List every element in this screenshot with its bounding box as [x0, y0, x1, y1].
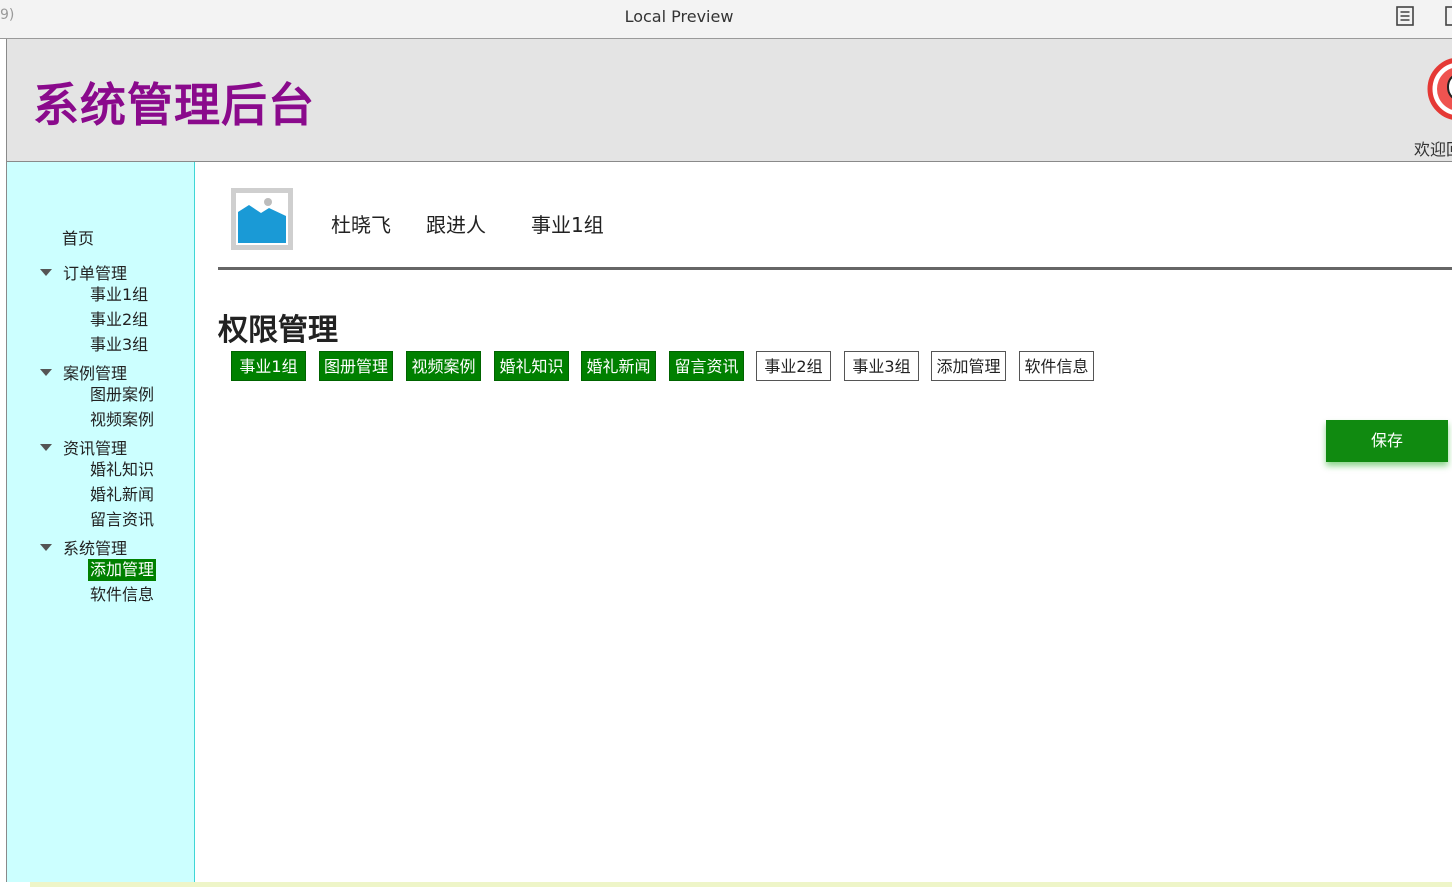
- permission-tag-software-info[interactable]: 软件信息: [1019, 351, 1094, 381]
- permission-tag-album[interactable]: 图册管理: [319, 351, 393, 381]
- sidebar-item-team1[interactable]: 事业1组: [88, 284, 150, 306]
- user-role: 跟进人: [426, 213, 486, 237]
- page-title: 权限管理: [218, 313, 338, 348]
- sidebar-group-cases[interactable]: 案例管理: [40, 360, 127, 384]
- avatar-logo-icon[interactable]: [1427, 57, 1452, 121]
- divider: [218, 267, 1452, 270]
- chevron-down-icon[interactable]: [40, 269, 52, 276]
- sidebar-item-team3[interactable]: 事业3组: [88, 334, 150, 356]
- bottom-edge: [30, 882, 1452, 887]
- welcome-text: 欢迎回: [1414, 140, 1452, 159]
- sidebar-group-news[interactable]: 资讯管理: [40, 435, 127, 459]
- sidebar-item-wedding-knowledge[interactable]: 婚礼知识: [88, 459, 156, 481]
- permission-tag-team3[interactable]: 事业3组: [844, 351, 919, 381]
- sidebar-item-message-news[interactable]: 留言资讯: [88, 509, 156, 531]
- chevron-down-icon[interactable]: [40, 544, 52, 551]
- sidebar-group-label: 资讯管理: [63, 439, 128, 458]
- sidebar-item-team2[interactable]: 事业2组: [88, 309, 150, 331]
- permission-tag-video-cases[interactable]: 视频案例: [406, 351, 481, 381]
- sidebar-item-add-admin[interactable]: 添加管理: [88, 559, 157, 581]
- window-edge-icon[interactable]: [1445, 6, 1452, 26]
- sidebar-group-orders[interactable]: 订单管理: [40, 260, 127, 284]
- window-titlebar: 9) Local Preview: [0, 0, 1452, 39]
- sidebar-group-system[interactable]: 系统管理: [40, 535, 127, 559]
- sidebar-item-wedding-news[interactable]: 婚礼新闻: [88, 484, 156, 506]
- sidebar: 首页 订单管理 事业1组 事业2组 事业3组 案例管理 图册案例 视频案例 资讯…: [6, 162, 195, 882]
- permission-tag-add-admin[interactable]: 添加管理: [931, 351, 1006, 381]
- sidebar-item-video-cases[interactable]: 视频案例: [88, 409, 156, 431]
- permission-tag-message-news[interactable]: 留言资讯: [669, 351, 744, 381]
- chevron-down-icon[interactable]: [40, 444, 52, 451]
- image-placeholder-icon: [231, 188, 293, 250]
- reader-view-icon[interactable]: [1396, 6, 1414, 26]
- permission-tag-wedding-knowledge[interactable]: 婚礼知识: [494, 351, 569, 381]
- permission-tag-team2[interactable]: 事业2组: [756, 351, 831, 381]
- sidebar-group-label: 系统管理: [63, 539, 128, 558]
- sidebar-item-home[interactable]: 首页: [62, 225, 94, 249]
- sidebar-item-software-info[interactable]: 软件信息: [88, 584, 156, 606]
- sidebar-item-album-cases[interactable]: 图册案例: [88, 384, 156, 406]
- sidebar-group-label: 案例管理: [63, 364, 128, 383]
- save-button[interactable]: 保存: [1326, 420, 1448, 462]
- chevron-down-icon[interactable]: [40, 369, 52, 376]
- window-title: Local Preview: [624, 7, 734, 26]
- app-header: 系统管理后台 欢迎回: [6, 39, 1452, 162]
- user-team: 事业1组: [531, 213, 604, 237]
- app-title: 系统管理后台: [33, 78, 315, 132]
- sidebar-group-label: 订单管理: [63, 264, 128, 283]
- user-name: 杜晓飞: [331, 213, 391, 237]
- permission-tag-team1[interactable]: 事业1组: [231, 351, 306, 381]
- permission-tag-wedding-news[interactable]: 婚礼新闻: [581, 351, 656, 381]
